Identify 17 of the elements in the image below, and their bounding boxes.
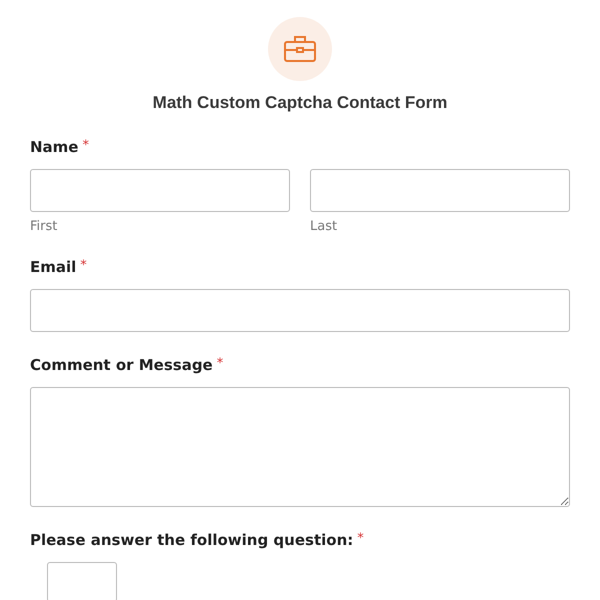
required-mark: * xyxy=(82,138,89,155)
required-mark: * xyxy=(216,356,224,373)
text-field[interactable] xyxy=(310,169,570,212)
sublabel: Last xyxy=(310,219,338,234)
field-label: Comment or Message xyxy=(30,356,213,374)
answer-field[interactable] xyxy=(47,562,117,600)
message-field[interactable] xyxy=(30,387,570,507)
required-mark: * xyxy=(357,531,364,548)
text-field[interactable] xyxy=(30,169,290,212)
email-field[interactable] xyxy=(30,289,570,332)
sublabel: First xyxy=(30,219,58,234)
form-title: Math Custom Captcha Contact Form xyxy=(152,93,448,113)
briefcase-icon xyxy=(283,35,317,63)
required-mark: * xyxy=(80,258,87,275)
field-label: Please answer the following question: xyxy=(30,531,354,549)
field-label: Email xyxy=(30,258,76,276)
field-label: Name xyxy=(30,138,78,156)
